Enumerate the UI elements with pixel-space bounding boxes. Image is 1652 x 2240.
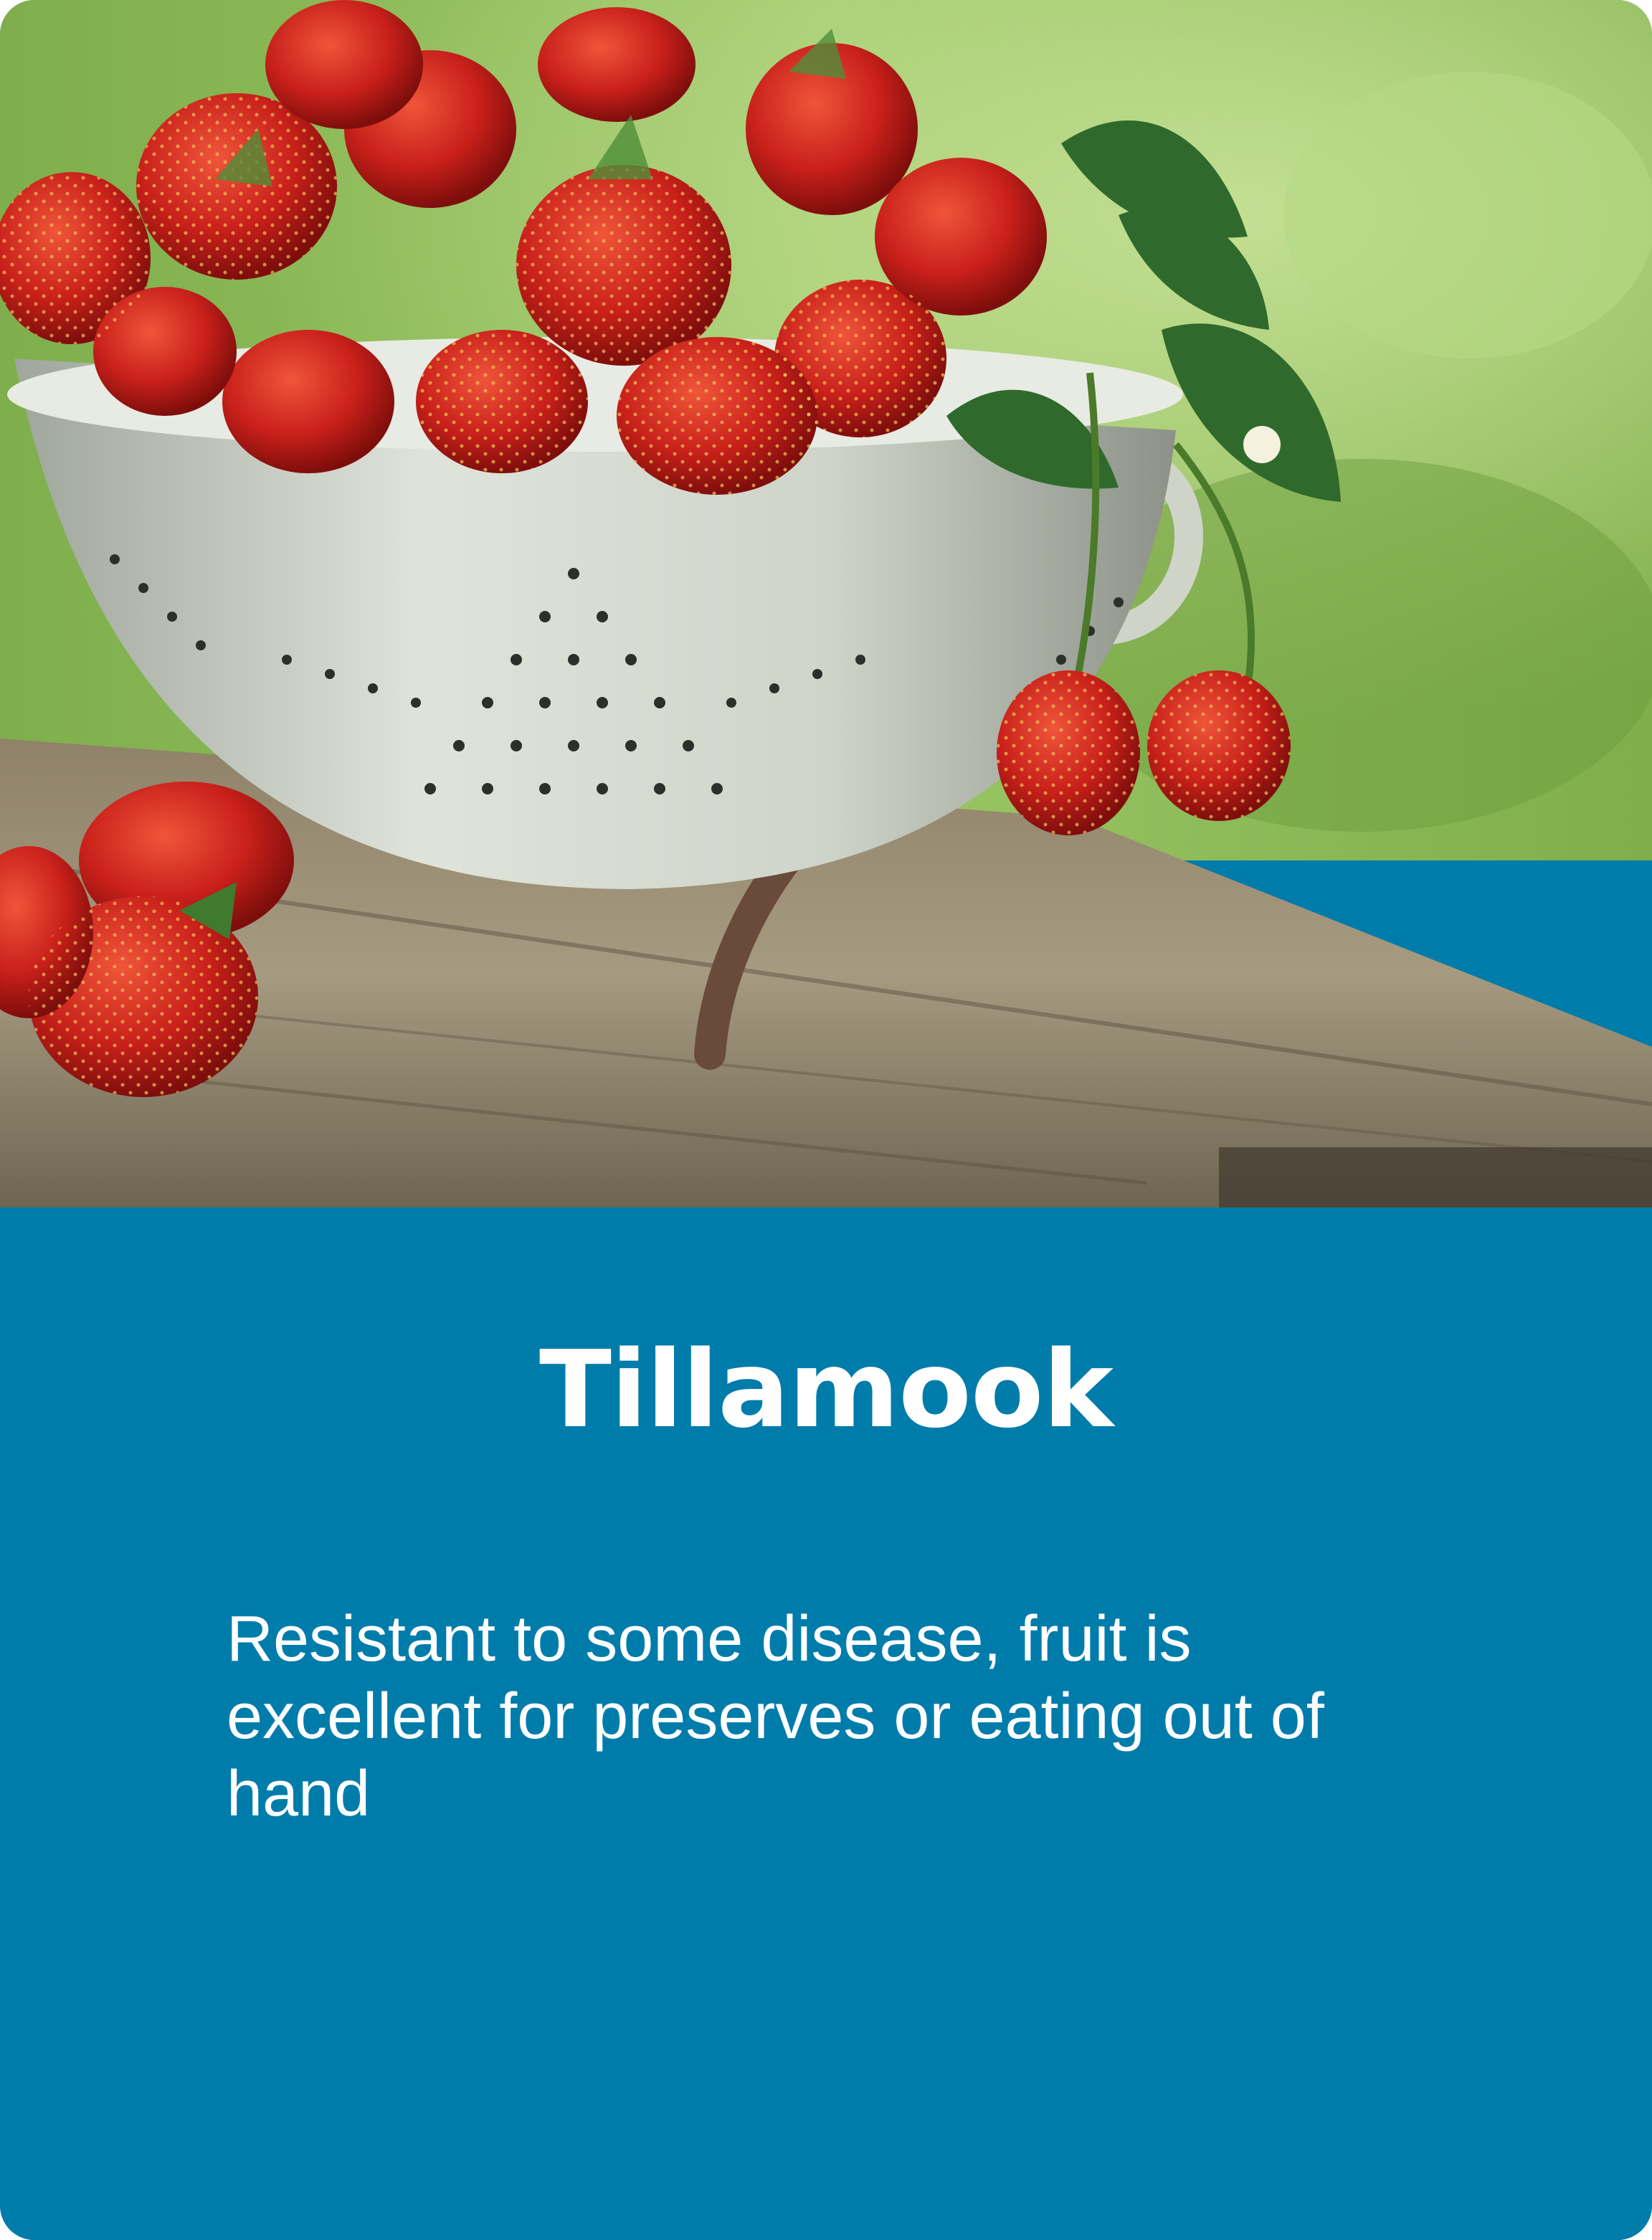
strawberry-colander-image [0, 0, 1652, 1207]
product-card[interactable]: Tillamook Resistant to some disease, fru… [0, 0, 1652, 2240]
card-description: Resistant to some disease, fruit is exce… [227, 1603, 1324, 1830]
card-body: Tillamook Resistant to some disease, fru… [0, 1207, 1652, 2240]
card-title: Tillamook [538, 1328, 1114, 1451]
